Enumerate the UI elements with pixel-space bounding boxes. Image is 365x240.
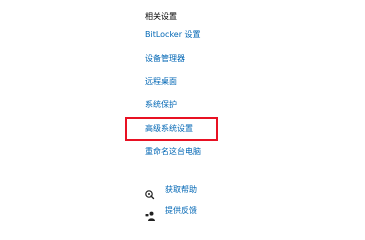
help-chat-icon [145,185,155,200]
feedback-person-icon [145,206,155,221]
give-feedback-row[interactable]: 提供反馈 [145,205,197,221]
device-manager-link[interactable]: 设备管理器 [145,53,185,65]
system-protection-link[interactable]: 系统保护 [145,99,177,111]
give-feedback-label: 提供反馈 [165,206,197,215]
remote-desktop-link[interactable]: 远程桌面 [145,76,177,88]
get-help-label: 获取帮助 [165,185,197,194]
related-settings-heading: 相关设置 [145,12,177,21]
get-help-row[interactable]: 获取帮助 [145,184,197,200]
bitlocker-settings-link[interactable]: BitLocker 设置 [145,29,201,41]
rename-pc-link[interactable]: 重命名这台电脑 [145,146,201,158]
advanced-system-settings-link[interactable]: 高级系统设置 [145,123,193,135]
